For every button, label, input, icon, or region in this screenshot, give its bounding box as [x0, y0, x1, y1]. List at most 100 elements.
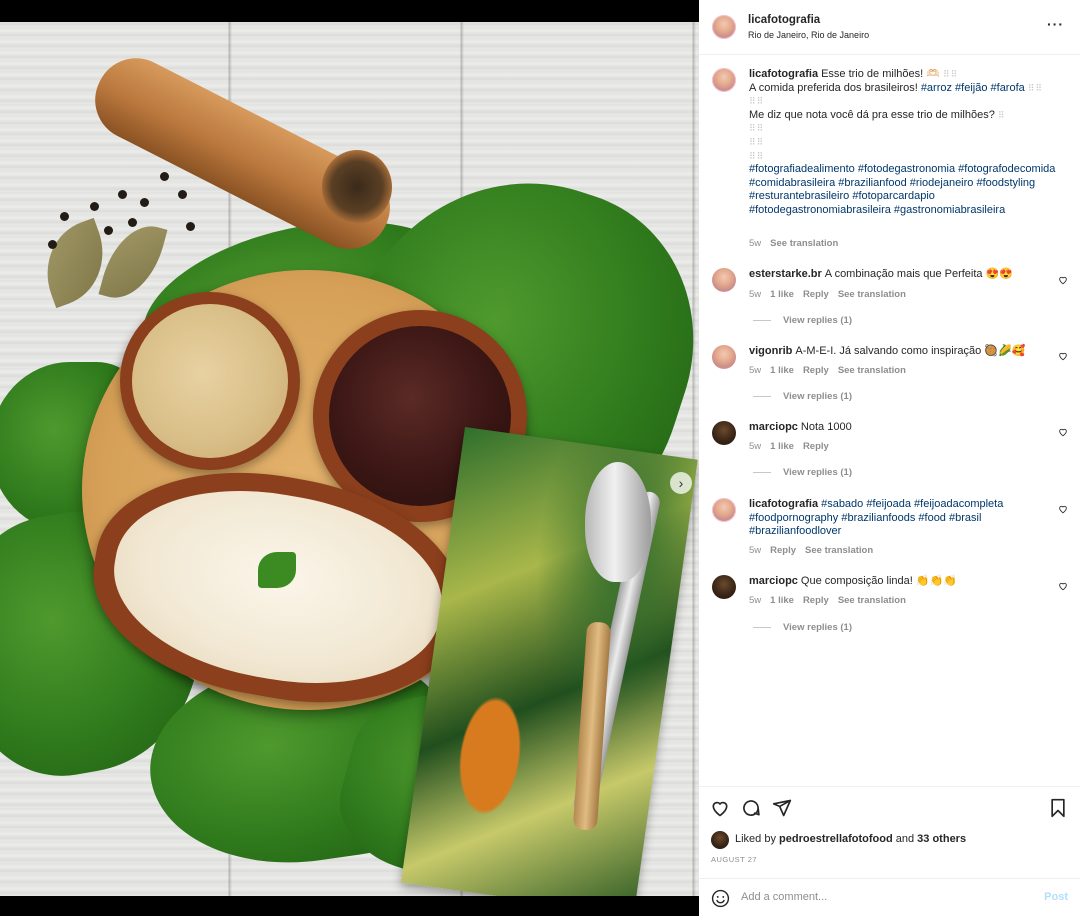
avatar[interactable]	[712, 15, 736, 39]
avatar[interactable]	[712, 575, 736, 599]
comment-time: 5w	[749, 365, 762, 376]
comment-likes[interactable]: 1 like	[770, 289, 794, 300]
reply-link[interactable]: Reply	[803, 595, 829, 606]
peppercorn	[128, 218, 137, 227]
braille-dots: ⠿⠿	[749, 123, 765, 134]
comment-username[interactable]: esterstarke.br	[749, 268, 822, 280]
peppercorn	[60, 212, 69, 221]
reply-link[interactable]: Reply	[803, 289, 829, 300]
reply-link[interactable]: Reply	[770, 545, 796, 556]
caption-line3: Me diz que nota você dá pra esse trio de…	[749, 108, 995, 121]
comment-meta: 5w 1 like Reply	[749, 441, 829, 452]
parsley-garnish	[258, 552, 296, 588]
post-location[interactable]: Rio de Janeiro, Rio de Janeiro	[748, 30, 869, 40]
comment-text: licafotografia #sabado #feijoada #feijoad…	[749, 498, 1059, 539]
heart-icon[interactable]	[1058, 504, 1068, 514]
caption-time: 5w	[749, 238, 762, 249]
comment-time: 5w	[749, 545, 762, 556]
caption-username[interactable]: licafotografia	[749, 68, 818, 80]
reply-link[interactable]: Reply	[803, 441, 829, 452]
liked-by-text: Liked by pedroestrellafotofood and 33 ot…	[735, 833, 966, 845]
peppercorn	[178, 190, 187, 199]
view-replies-link[interactable]: View replies (1)	[753, 315, 852, 326]
caption: licafotografia Esse trio de milhões! 🫶🏻 ⠿…	[749, 68, 1059, 218]
braille-dots: ⠿⠿	[1027, 82, 1044, 93]
view-replies-link[interactable]: View replies (1)	[753, 467, 852, 478]
peppercorn	[48, 240, 57, 249]
comment-time: 5w	[749, 595, 762, 606]
liked-by-user[interactable]: pedroestrellafotofood	[779, 833, 893, 845]
action-bar: Liked by pedroestrellafotofood and 33 ot…	[699, 786, 1080, 878]
post-button[interactable]: Post	[1044, 891, 1068, 903]
peppercorn	[186, 222, 195, 231]
comment-text: marciopc Nota 1000	[749, 421, 1059, 435]
avatar[interactable]	[712, 345, 736, 369]
heart-icon[interactable]	[1058, 581, 1068, 591]
peppercorn	[160, 172, 169, 181]
comment-likes[interactable]: 1 like	[770, 365, 794, 376]
comment-username[interactable]: vigonrib	[749, 345, 792, 357]
farofa-bowl	[120, 292, 300, 470]
caption-meta: 5w See translation	[749, 238, 838, 249]
share-icon[interactable]	[772, 798, 792, 818]
liked-by-others[interactable]: 33 others	[917, 833, 966, 845]
heart-icon[interactable]	[1058, 427, 1068, 437]
post-side-panel: licafotografia Rio de Janeiro, Rio de Ja…	[699, 0, 1080, 916]
reply-link[interactable]: Reply	[803, 365, 829, 376]
liked-by-and: and	[892, 833, 918, 845]
braille-dots: ⠿⠿	[749, 136, 765, 147]
peppercorn	[104, 226, 113, 235]
comment-text: vigonrib A-M-E-I. Já salvando como inspir…	[749, 345, 1059, 359]
comment-username[interactable]: marciopc	[749, 421, 798, 433]
comment-time: 5w	[749, 289, 762, 300]
view-replies-link[interactable]: View replies (1)	[753, 391, 852, 402]
peppercorn	[140, 198, 149, 207]
comment-likes[interactable]: 1 like	[770, 441, 794, 452]
caption-hashtags[interactable]: #fotografiadealimento #fotodegastronomia…	[749, 163, 1055, 216]
post-date[interactable]: AUGUST 27	[711, 855, 757, 864]
comment-body: Nota 1000	[800, 421, 852, 433]
comment-meta: 5w Reply See translation	[749, 545, 873, 556]
braille-dots: ⠿⠿	[943, 69, 959, 79]
comment-meta: 5w 1 like Reply See translation	[749, 595, 906, 606]
avatar[interactable]	[712, 68, 736, 92]
comment-time: 5w	[749, 441, 762, 452]
comment-username[interactable]: licafotografia	[749, 498, 818, 510]
comment-meta: 5w 1 like Reply See translation	[749, 289, 906, 300]
comment-likes[interactable]: 1 like	[770, 595, 794, 606]
comment-text: esterstarke.br A combinação mais que Perf…	[749, 268, 1059, 282]
avatar[interactable]	[712, 498, 736, 522]
post-photo[interactable]: ›	[0, 22, 699, 896]
comment-text: marciopc Que composição linda! 👏👏👏	[749, 575, 1059, 589]
avatar[interactable]	[712, 268, 736, 292]
see-translation-link[interactable]: See translation	[805, 545, 873, 556]
caption-line1: Esse trio de milhões! 🫶🏻	[821, 68, 940, 80]
see-translation-link[interactable]: See translation	[838, 595, 906, 606]
post-username[interactable]: licafotografia	[748, 14, 820, 26]
comment-body: A combinação mais que Perfeita 😍😍	[824, 268, 1013, 280]
comment-input[interactable]: Add a comment...	[741, 891, 827, 903]
bookmark-icon[interactable]	[1048, 798, 1068, 818]
comment-username[interactable]: marciopc	[749, 575, 798, 587]
caption-line2: A comida preferida dos brasileiros!	[749, 81, 921, 94]
see-translation-link[interactable]: See translation	[838, 365, 906, 376]
chevron-right-icon[interactable]: ›	[670, 472, 692, 494]
emoji-icon[interactable]	[711, 889, 730, 908]
caption-tags[interactable]: #arroz #feijão #farofa	[921, 82, 1025, 94]
heart-icon[interactable]	[1058, 351, 1068, 361]
comment-body: A-M-E-I. Já salvando como inspiração 🥘🌽🥰	[795, 345, 1026, 357]
heart-icon[interactable]	[710, 798, 730, 818]
comment-body: Que composição linda! 👏👏👏	[800, 575, 957, 587]
peppercorn	[90, 202, 99, 211]
more-horizontal-icon[interactable]: ···	[1047, 16, 1064, 32]
heart-icon[interactable]	[1058, 275, 1068, 285]
view-replies-link[interactable]: View replies (1)	[753, 622, 852, 633]
see-translation-link[interactable]: See translation	[770, 238, 838, 249]
avatar[interactable]	[712, 421, 736, 445]
peppercorn	[118, 190, 127, 199]
comment-icon[interactable]	[741, 798, 761, 818]
comment-bar: Add a comment... Post	[699, 878, 1080, 916]
pepper-grinder-top	[322, 150, 392, 224]
see-translation-link[interactable]: See translation	[838, 289, 906, 300]
liked-by-avatar[interactable]	[711, 831, 729, 849]
